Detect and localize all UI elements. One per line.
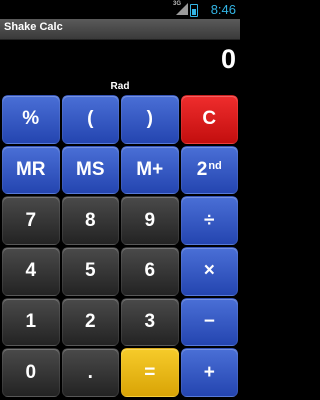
multiply-button[interactable]: × <box>180 247 238 296</box>
digit-0-label: 0 <box>25 361 37 383</box>
subtract-button[interactable]: − <box>180 297 238 347</box>
digit-7-label: 7 <box>25 209 37 231</box>
battery-icon <box>190 4 198 17</box>
keypad: %() C MR MS M+ 2nd 7 8 9 ÷ 4 5 6 × 1 2 3−0. = + <box>2 95 238 397</box>
digit-4-button[interactable]: 4 <box>2 247 60 296</box>
clear-button[interactable]: C <box>180 95 238 144</box>
digit-4-label: 4 <box>25 260 37 282</box>
result-display: 0 <box>220 44 236 74</box>
memory-recall-button[interactable]: MR <box>2 145 60 195</box>
memory-store-label: MS <box>76 158 105 180</box>
digit-9-label: 9 <box>144 209 156 231</box>
digit-6-button[interactable]: 6 <box>121 247 179 296</box>
open-paren-button[interactable]: ( <box>61 95 119 144</box>
add-button[interactable]: + <box>180 348 238 397</box>
digit-5-label: 5 <box>84 260 96 282</box>
second-function-button[interactable]: 2nd <box>180 145 238 195</box>
digit-7-button[interactable]: 7 <box>2 196 60 245</box>
multiply-label: × <box>203 260 215 282</box>
signal-icon <box>176 3 188 15</box>
decimal-point-button[interactable]: . <box>61 348 119 397</box>
divide-button[interactable]: ÷ <box>180 196 238 245</box>
digit-0-button[interactable]: 0 <box>2 348 60 397</box>
second-function-superscript: nd <box>208 159 222 172</box>
digit-6-label: 6 <box>144 260 156 282</box>
subtract-label: − <box>203 310 215 332</box>
digit-5-button[interactable]: 5 <box>61 247 119 296</box>
status-time: 8:46 <box>210 2 236 17</box>
clear-label: C <box>202 108 217 130</box>
memory-recall-label: MR <box>15 158 46 180</box>
app-title: Shake Calc <box>4 21 63 33</box>
open-paren-label: ( <box>87 108 94 130</box>
digit-9-button[interactable]: 9 <box>121 196 179 245</box>
digit-3-button[interactable]: 3 <box>121 297 179 347</box>
decimal-point-label: . <box>87 361 93 383</box>
memory-add-label: M+ <box>136 158 164 180</box>
divide-label: ÷ <box>204 209 215 231</box>
digit-2-button[interactable]: 2 <box>61 297 119 347</box>
second-function-label: 2 <box>196 158 208 180</box>
digit-3-label: 3 <box>144 310 156 332</box>
angle-mode-indicator: Rad <box>110 81 130 92</box>
memory-store-button[interactable]: MS <box>61 145 119 195</box>
equals-label: = <box>144 361 156 383</box>
digit-8-button[interactable]: 8 <box>61 196 119 245</box>
digit-2-label: 2 <box>84 310 96 332</box>
close-paren-button[interactable]: ) <box>121 95 179 144</box>
add-label: + <box>203 361 215 383</box>
equals-button[interactable]: = <box>121 348 179 397</box>
digit-8-label: 8 <box>84 209 96 231</box>
percent-button[interactable]: % <box>2 95 60 144</box>
memory-add-button[interactable]: M+ <box>121 145 179 195</box>
close-paren-label: ) <box>146 108 153 130</box>
percent-label: % <box>22 108 40 130</box>
digit-1-label: 1 <box>25 310 37 332</box>
status-bar: 3G 8:46 <box>0 0 240 19</box>
title-bar: Shake Calc <box>0 19 240 40</box>
digit-1-button[interactable]: 1 <box>2 297 60 347</box>
